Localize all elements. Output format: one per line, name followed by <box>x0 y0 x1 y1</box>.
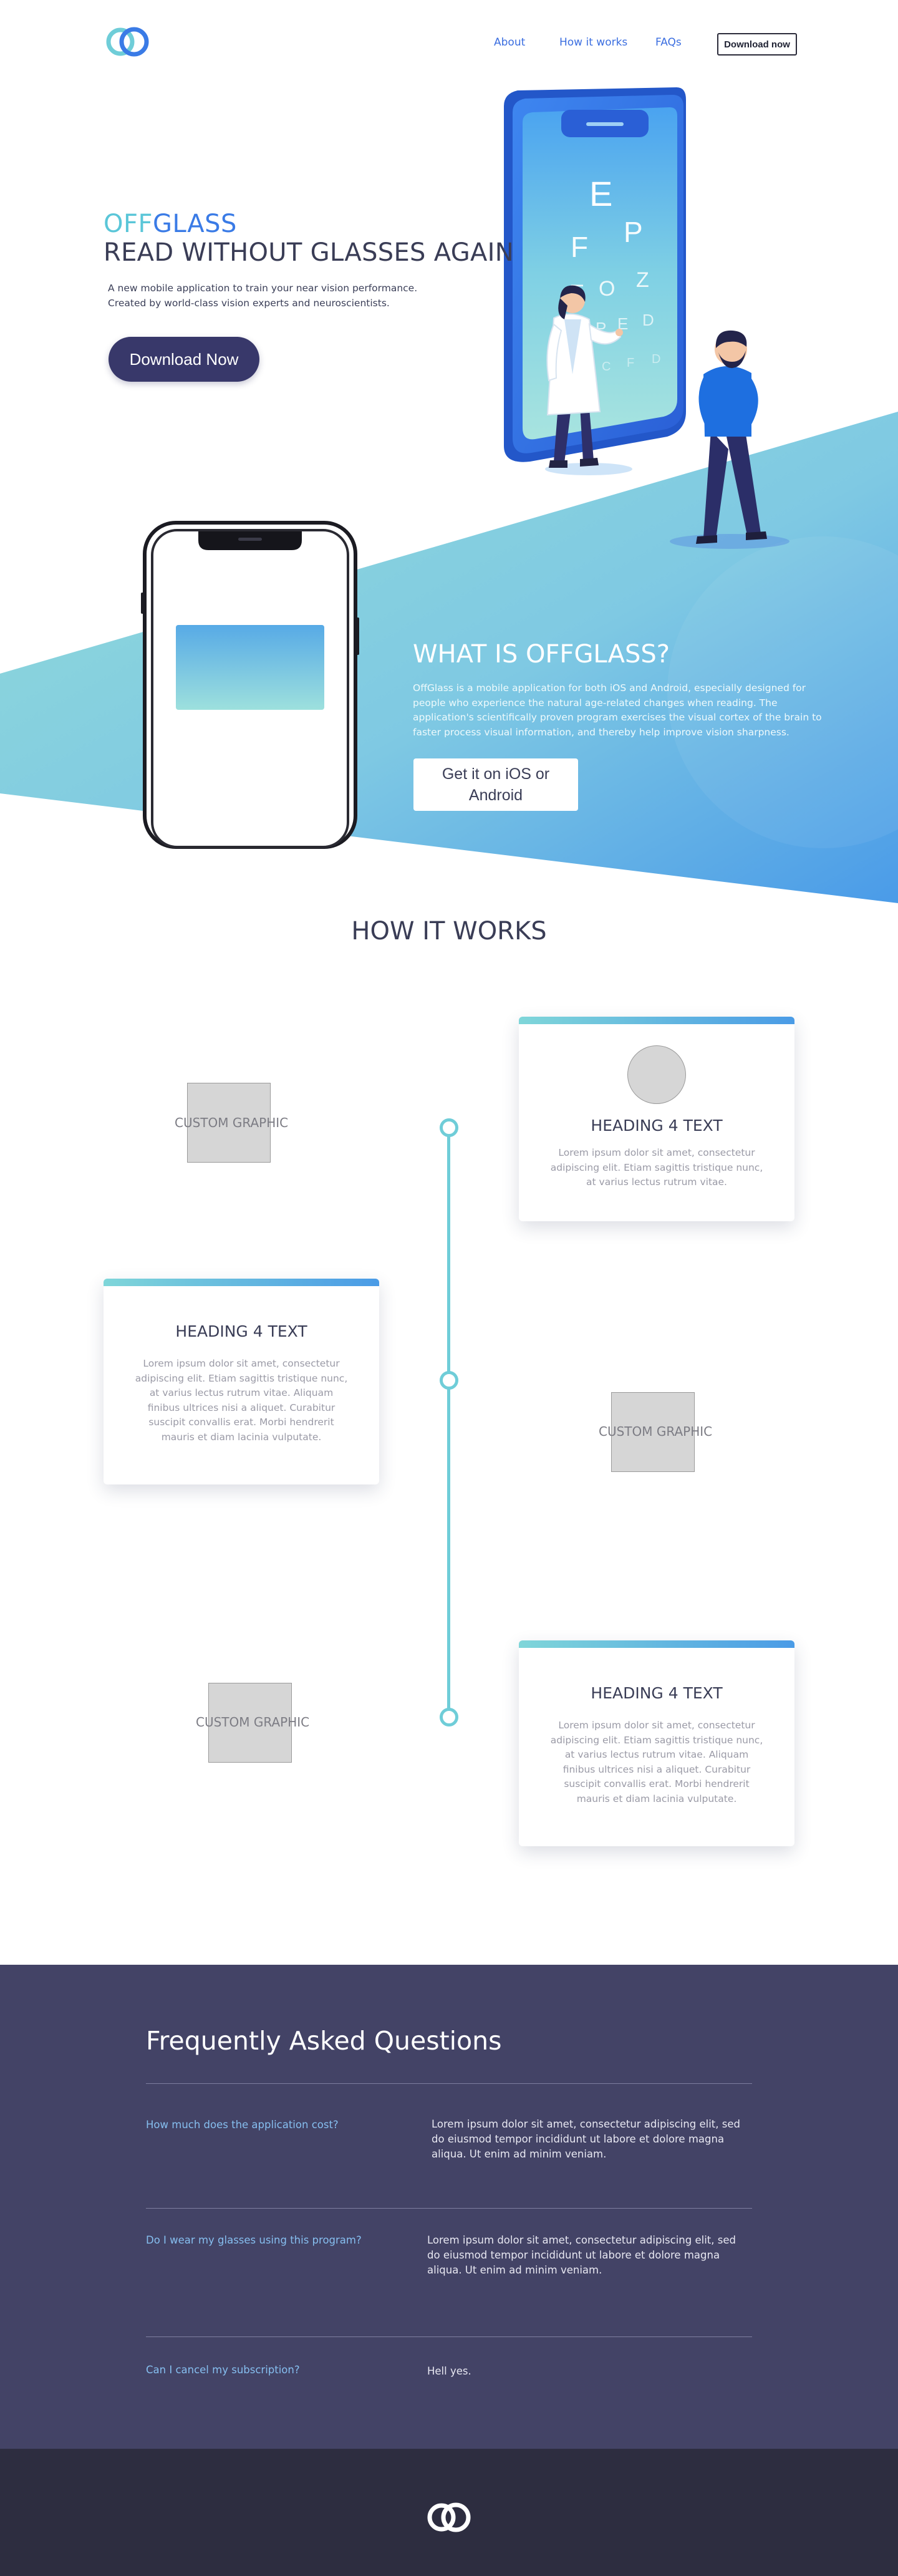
get-app-button-line: Get it on iOS or <box>442 765 550 783</box>
nav-download-button[interactable]: Download now <box>717 33 797 56</box>
eye-chart-letter: E <box>589 174 612 213</box>
card-heading: HEADING 4 TEXT <box>591 1116 723 1135</box>
hero-download-button[interactable]: Download Now <box>109 337 259 382</box>
card-accent-bar <box>519 1017 794 1024</box>
card-heading: HEADING 4 TEXT <box>175 1322 307 1340</box>
footer-logo[interactable] <box>424 2497 474 2537</box>
offglass-logo[interactable] <box>104 24 152 60</box>
eye-chart-letter: O <box>599 277 615 301</box>
custom-graphic-label: CUSTOM GRAPHIC <box>175 1115 289 1130</box>
faq-question[interactable]: Can I cancel my subscription? <box>146 2364 300 2376</box>
eye-chart-letter: P <box>624 216 643 248</box>
eye-chart-letter: C <box>602 360 611 374</box>
app-phone-mockup <box>141 521 359 849</box>
nav-link-about[interactable]: About <box>494 36 525 49</box>
how-it-works-title: HOW IT WORKS <box>351 917 547 946</box>
hero-description: A new mobile application to train your n… <box>108 281 457 311</box>
timeline-dot <box>440 1371 458 1390</box>
faq-answer: Lorem ipsum dolor sit amet, consectetur … <box>432 2118 740 2160</box>
faq-question[interactable]: Do I wear my glasses using this program? <box>146 2234 362 2246</box>
card-heading: HEADING 4 TEXT <box>591 1684 723 1702</box>
what-is-title: WHAT IS OFFGLASS? <box>413 640 670 669</box>
nav-link-faqs[interactable]: FAQs <box>655 36 682 49</box>
custom-graphic-label: CUSTOM GRAPHIC <box>196 1715 310 1730</box>
card-text: Lorem ipsum dolor sit amet, consectetur … <box>135 1358 348 1443</box>
timeline-dot <box>440 1708 458 1726</box>
timeline-line <box>447 1128 450 1719</box>
eye-chart-letter: D <box>642 311 654 329</box>
step-card: HEADING 4 TEXT Lorem ipsum dolor sit ame… <box>519 1640 794 1846</box>
card-accent-bar <box>519 1640 794 1648</box>
what-is-description: OffGlass is a mobile application for bot… <box>413 682 822 738</box>
eye-chart-letter: F <box>571 231 588 263</box>
eye-chart-letter: Z <box>636 268 649 292</box>
faq-answer: Lorem ipsum dolor sit amet, consectetur … <box>427 2234 736 2276</box>
get-app-button[interactable]: Get it on iOS or Android <box>413 758 578 811</box>
hero-brand-off: OFF <box>104 210 153 238</box>
hero-title: READ WITHOUT GLASSES AGAIN <box>104 238 514 267</box>
faq-divider <box>146 2208 752 2209</box>
card-accent-bar <box>104 1279 379 1286</box>
eye-chart-letter: D <box>652 352 660 366</box>
faq-divider <box>146 2336 752 2337</box>
card-text: Lorem ipsum dolor sit amet, consectetur … <box>550 1720 763 1804</box>
timeline-dot <box>440 1118 458 1137</box>
faq-question[interactable]: How much does the application cost? <box>146 2119 339 2131</box>
card-icon-placeholder <box>627 1045 686 1104</box>
card-text: Lorem ipsum dolor sit amet, consectetur … <box>550 1147 763 1188</box>
nav-link-how-it-works[interactable]: How it works <box>559 36 627 49</box>
hero-description-line: Created by world-class vision experts an… <box>108 298 390 309</box>
hero-brand-glass: GLASS <box>153 210 237 238</box>
hero-description-line: A new mobile application to train your n… <box>108 283 418 294</box>
faq-divider <box>146 2083 752 2084</box>
faq-answer: Hell yes. <box>427 2365 471 2377</box>
eye-chart-letter: F <box>627 356 634 370</box>
get-app-button-line: Android <box>468 787 523 804</box>
faq-title: Frequently Asked Questions <box>146 2026 502 2056</box>
step-card: HEADING 4 TEXT Lorem ipsum dolor sit ame… <box>104 1279 379 1484</box>
hero-brand: OFFGLASS <box>104 210 237 238</box>
custom-graphic-label: CUSTOM GRAPHIC <box>599 1424 713 1439</box>
step-card: HEADING 4 TEXT Lorem ipsum dolor sit ame… <box>519 1017 794 1221</box>
